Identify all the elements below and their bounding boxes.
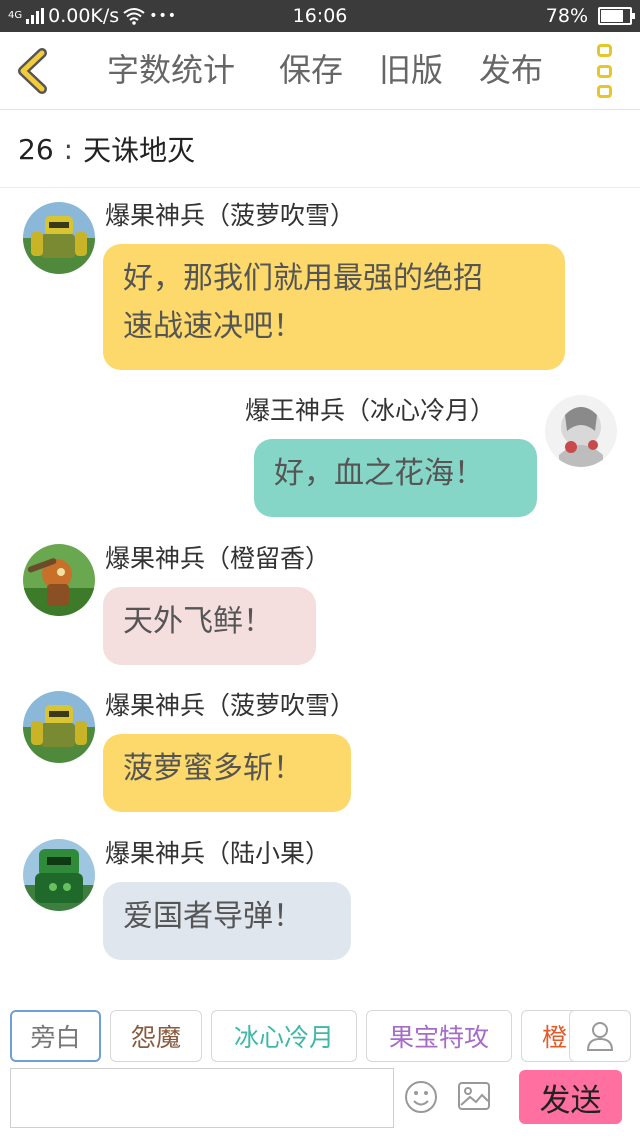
sender-name: 爆果神兵（菠萝吹雪） — [105, 201, 356, 230]
sender-name: 爆果神兵（陆小果） — [105, 839, 331, 868]
publish-button[interactable]: 发布 — [479, 50, 543, 90]
green-robot-avatar[interactable] — [23, 839, 95, 911]
ice-heart-avatar[interactable] — [545, 395, 617, 467]
battery-percent: 78% — [545, 5, 588, 27]
scene-title: 天诛地灭 — [83, 134, 196, 167]
scene-separator: : — [63, 132, 74, 166]
send-button[interactable]: 发送 — [519, 1070, 622, 1124]
composer-bar: 发送 — [0, 1066, 640, 1138]
message-bubble[interactable]: 好，血之花海！ — [254, 439, 537, 517]
chat-message[interactable]: 爆果神兵（陆小果） 爱国者导弹！ — [0, 834, 640, 964]
battery-fill — [601, 10, 623, 22]
editor-toolbar: 字数统计 保存 旧版 发布 — [0, 32, 640, 110]
message-bubble[interactable]: 好，那我们就用最强的绝招 速战速决吧！ — [103, 244, 565, 370]
message-bubble[interactable]: 天外飞鲜！ — [103, 587, 316, 665]
battery-icon — [598, 7, 635, 25]
chat-message[interactable]: 爆果神兵（菠萝吹雪） 菠萝蜜多斩！ — [0, 686, 640, 816]
chip-narrator[interactable]: 旁白 — [10, 1010, 101, 1062]
character-profile-button[interactable] — [569, 1010, 631, 1062]
pineapple-robot-avatar[interactable] — [23, 691, 95, 763]
message-input[interactable] — [10, 1068, 394, 1128]
emoji-button[interactable] — [404, 1080, 438, 1114]
scene-number: 26 — [18, 132, 54, 166]
smiley-icon — [405, 1081, 437, 1113]
pineapple-robot-avatar[interactable] — [23, 202, 95, 274]
status-time: 16:06 — [292, 5, 348, 27]
chip-bingxin-lengyue[interactable]: 冰心冷月 — [211, 1010, 357, 1062]
message-bubble[interactable]: 爱国者导弹！ — [103, 882, 351, 960]
more-menu-icon[interactable] — [594, 44, 616, 98]
status-bar: 4G 0.00K/s ••• 16:06 78% — [0, 0, 640, 32]
character-selector: 旁白 怨魔 冰心冷月 果宝特攻 橙 — [0, 1004, 640, 1066]
chat-message[interactable]: 爆果神兵（橙留香） 天外飞鲜！ — [0, 538, 640, 668]
back-button[interactable] — [14, 48, 54, 94]
image-icon — [458, 1082, 490, 1110]
chat-message[interactable]: 爆王神兵（冰心冷月） 好，血之花海！ — [0, 392, 640, 522]
user-icon — [586, 1022, 614, 1051]
orange-robot-avatar[interactable] — [23, 544, 95, 616]
chevron-left-icon — [18, 48, 47, 94]
sender-name: 爆果神兵（菠萝吹雪） — [105, 691, 356, 720]
chat-message[interactable]: 爆果神兵（菠萝吹雪） 好，那我们就用最强的绝招 速战速决吧！ — [0, 195, 640, 375]
status-right: 78% — [545, 5, 635, 27]
sender-name: 爆果神兵（橙留香） — [105, 544, 331, 573]
save-button[interactable]: 保存 — [279, 50, 343, 90]
message-bubble[interactable]: 菠萝蜜多斩！ — [103, 734, 351, 812]
old-version-button[interactable]: 旧版 — [379, 50, 443, 90]
word-count-button[interactable]: 字数统计 — [107, 50, 235, 90]
chip-guobao-tegong[interactable]: 果宝特攻 — [366, 1010, 512, 1062]
scene-title-row[interactable]: 26 : 天诛地灭 — [0, 111, 640, 188]
chip-yuanmo[interactable]: 怨魔 — [110, 1010, 202, 1062]
image-button[interactable] — [457, 1081, 491, 1111]
sender-name: 爆王神兵（冰心冷月） — [245, 396, 496, 425]
